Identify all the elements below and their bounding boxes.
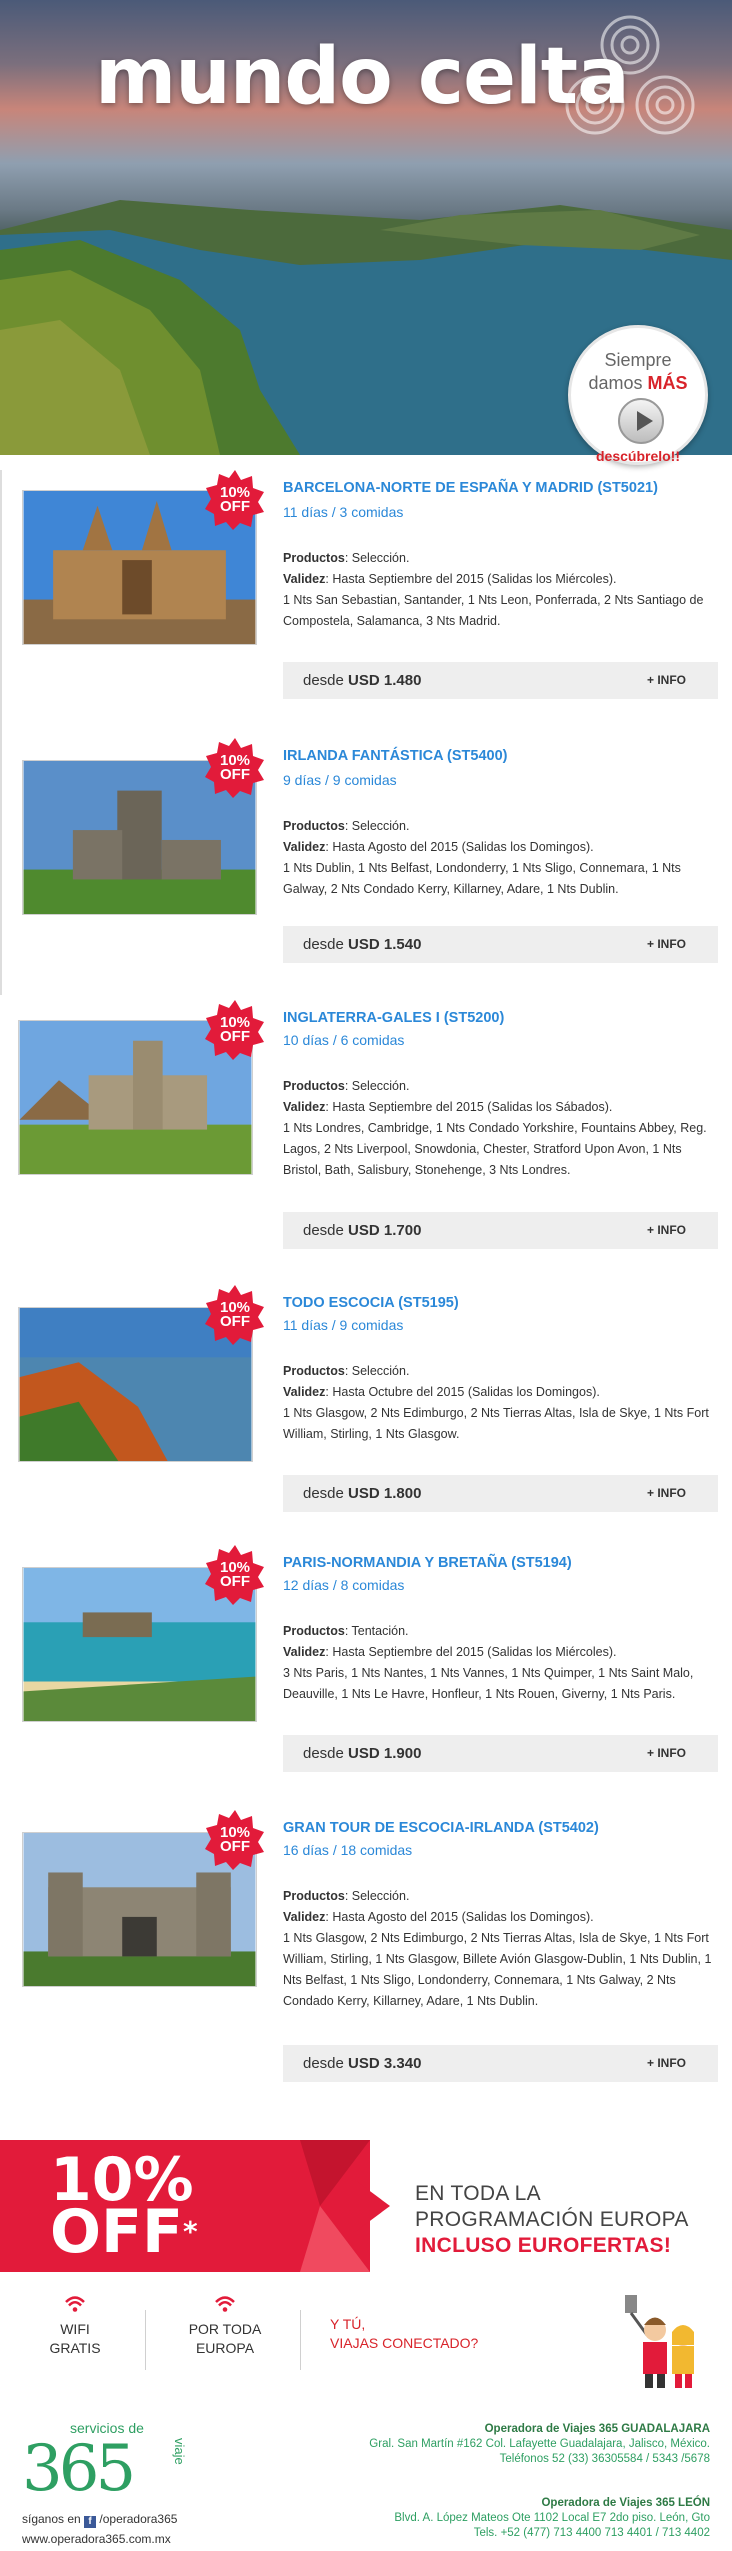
price-bar: desde USD 1.700 + INFO bbox=[283, 1212, 718, 1249]
discount-badge: 10% OFF bbox=[205, 1810, 265, 1870]
badge-cta[interactable]: descúbrelo!! bbox=[571, 448, 705, 464]
tour-duration: 9 días / 9 comidas bbox=[283, 772, 397, 788]
wifi-icon bbox=[65, 2296, 85, 2312]
tour-name[interactable]: IRLANDA FANTÁSTICA (ST5400) bbox=[283, 748, 508, 764]
website-link[interactable]: www.operadora365.com.mx bbox=[22, 2532, 171, 2546]
tour-name[interactable]: PARIS-NORMANDIA Y BRETAÑA (ST5194) bbox=[283, 1555, 572, 1571]
more-info-link[interactable]: + INFO bbox=[647, 673, 686, 687]
badge-line2: damos MÁS bbox=[588, 373, 688, 393]
tour-name[interactable]: INGLATERRA-GALES I (ST5200) bbox=[283, 1010, 504, 1026]
divider bbox=[300, 2310, 301, 2370]
tour-duration: 10 días / 6 comidas bbox=[283, 1032, 405, 1048]
tour-description: Productos: Selección. Validez: Hasta Sep… bbox=[283, 551, 704, 628]
divider bbox=[0, 470, 2, 995]
discount-badge: 10% OFF bbox=[205, 1000, 265, 1060]
office-guadalajara: Operadora de Viajes 365 GUADALAJARA Gral… bbox=[369, 2423, 710, 2465]
badge-line1: Siempre bbox=[604, 350, 672, 370]
tour-description: Productos: Selección. Validez: Hasta Ago… bbox=[283, 1889, 712, 2008]
promo-line3: INCLUSO EUROFERTAS! bbox=[415, 2234, 672, 2257]
travelers-selfie-illustration bbox=[625, 2295, 694, 2388]
promo-line1: EN TODA LA bbox=[415, 2182, 541, 2205]
play-icon[interactable] bbox=[618, 398, 664, 444]
wifi-free-label: WIFI GRATIS bbox=[49, 2321, 101, 2356]
promo-line2: PROGRAMACIÓN EUROPA bbox=[415, 2208, 689, 2231]
price-bar: desde USD 1.900 + INFO bbox=[283, 1735, 718, 1772]
facebook-icon[interactable]: f bbox=[84, 2516, 97, 2528]
discount-badge: 10% OFF bbox=[205, 470, 265, 530]
tour-duration: 12 días / 8 comidas bbox=[283, 1577, 405, 1593]
tour-price: desde USD 1.700 bbox=[303, 1222, 422, 1239]
office-leon: Operadora de Viajes 365 LEÓN Blvd. A. Ló… bbox=[394, 2497, 710, 2539]
wifi-icon bbox=[215, 2296, 235, 2312]
hero-title: mundo celta bbox=[95, 32, 630, 122]
company-logo[interactable]: servicios de 365 viaje bbox=[22, 2420, 192, 2506]
discount-badge: 10% OFF bbox=[205, 1545, 265, 1605]
price-bar: desde USD 3.340 + INFO bbox=[283, 2045, 718, 2082]
tour-duration: 11 días / 3 comidas bbox=[283, 504, 404, 520]
connected-question: Y TÚ, VIAJAS CONECTADO? bbox=[330, 2316, 479, 2351]
triangle-decoration-icon bbox=[300, 2140, 390, 2272]
connectivity-section: WIFI GRATIS POR TODA EUROPA Y TÚ, VIAJAS CO… bbox=[0, 2290, 732, 2400]
discount-badge: 10% OFF bbox=[205, 1285, 265, 1345]
discover-more-badge[interactable]: Siempre damos MÁS descúbrelo!! bbox=[568, 325, 708, 465]
logo-side-text: viaje bbox=[172, 2438, 187, 2465]
more-info-link[interactable]: + INFO bbox=[647, 2056, 686, 2070]
tour-price: desde USD 3.340 bbox=[303, 2055, 422, 2072]
promo-banner[interactable]: 10% OFF* EN TODA LA PROGRAMACIÓN EUROPA I… bbox=[0, 2130, 732, 2280]
tour-name[interactable]: BARCELONA-NORTE DE ESPAÑA Y MADRID (ST50… bbox=[283, 480, 658, 496]
price-bar: desde USD 1.540 + INFO bbox=[283, 926, 718, 963]
tour-description: Productos: Tentación. Validez: Hasta Sep… bbox=[283, 1624, 694, 1701]
logo-number: 365 bbox=[22, 2432, 136, 2506]
tour-price: desde USD 1.540 bbox=[303, 936, 422, 953]
tour-price: desde USD 1.480 bbox=[303, 672, 422, 689]
more-info-link[interactable]: + INFO bbox=[647, 1223, 686, 1237]
all-europe-label: POR TODA EUROPA bbox=[188, 2321, 262, 2356]
tour-duration: 11 días / 9 comidas bbox=[283, 1317, 404, 1333]
more-info-link[interactable]: + INFO bbox=[647, 1486, 686, 1500]
tour-description: Productos: Selección. Validez: Hasta Oct… bbox=[283, 1364, 709, 1441]
tour-name[interactable]: TODO ESCOCIA (ST5195) bbox=[283, 1295, 459, 1311]
more-info-link[interactable]: + INFO bbox=[647, 1746, 686, 1760]
divider bbox=[145, 2310, 146, 2370]
tour-description: Productos: Selección. Validez: Hasta Sep… bbox=[283, 1079, 707, 1177]
promo-discount: 10% OFF* bbox=[50, 2145, 198, 2267]
tour-price: desde USD 1.900 bbox=[303, 1745, 422, 1762]
price-bar: desde USD 1.480 + INFO bbox=[283, 662, 718, 699]
price-bar: desde USD 1.800 + INFO bbox=[283, 1475, 718, 1512]
discount-badge: 10% OFF bbox=[205, 738, 265, 798]
tour-name[interactable]: GRAN TOUR DE ESCOCIA-IRLANDA (ST5402) bbox=[283, 1820, 599, 1836]
social-follow[interactable]: síganos en f /operadora365 bbox=[22, 2512, 177, 2528]
tour-price: desde USD 1.800 bbox=[303, 1485, 422, 1502]
footer: servicios de 365 viaje síganos en f /ope… bbox=[0, 2410, 732, 2551]
tour-description: Productos: Selección. Validez: Hasta Ago… bbox=[283, 819, 681, 896]
more-info-link[interactable]: + INFO bbox=[647, 937, 686, 951]
tour-duration: 16 días / 18 comidas bbox=[283, 1842, 413, 1858]
